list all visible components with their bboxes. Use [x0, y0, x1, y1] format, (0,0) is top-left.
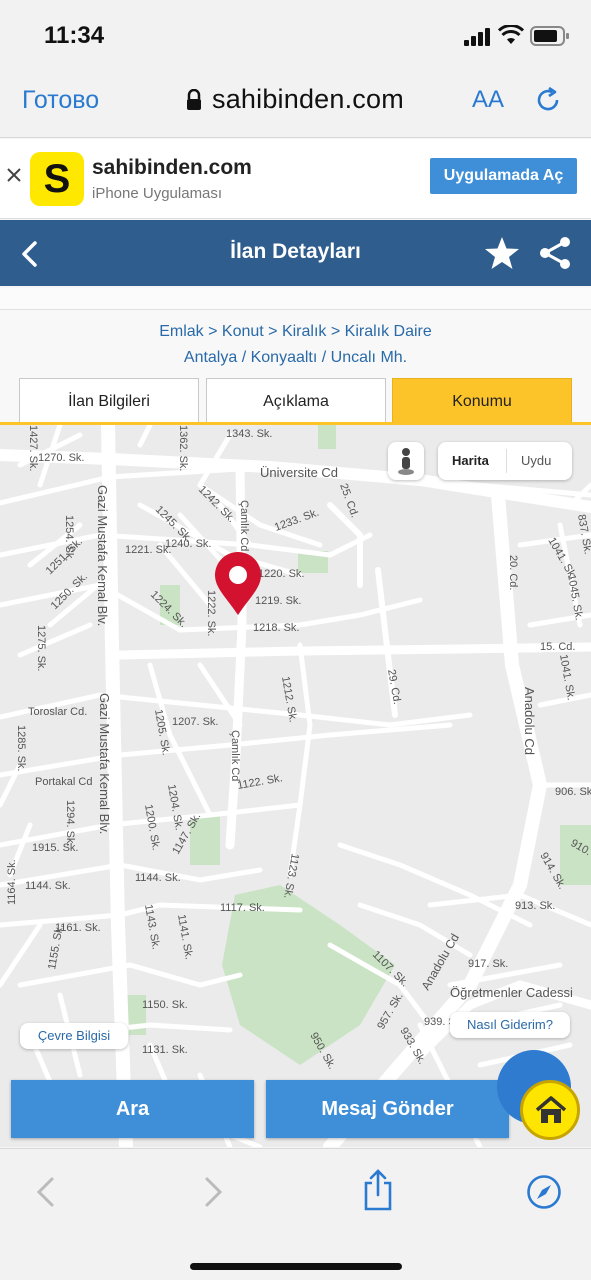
app-name: sahibinden.com — [92, 156, 252, 179]
map-type-uydu[interactable]: Uydu — [521, 453, 551, 468]
map-view[interactable]: Üniversite Cd 1343. Sk. 1270. Sk. 1233. … — [0, 425, 591, 1147]
svg-text:1343. Sk.: 1343. Sk. — [226, 428, 272, 440]
share-sheet-icon[interactable] — [361, 1169, 395, 1211]
pegman-icon — [398, 448, 414, 475]
browser-address-bar: Готово sahibinden.com AA — [0, 70, 591, 138]
svg-text:1123. Sk.: 1123. Sk. — [281, 852, 301, 899]
signal-icon — [464, 28, 490, 46]
svg-text:1141. Sk.: 1141. Sk. — [175, 913, 195, 960]
home-button[interactable] — [520, 1080, 580, 1140]
back-arrow-icon[interactable] — [33, 1175, 57, 1209]
svg-text:1144. Sk.: 1144. Sk. — [135, 872, 181, 884]
street-view-button[interactable] — [388, 442, 424, 480]
svg-text:1275. Sk.: 1275. Sk. — [35, 625, 47, 671]
reload-icon[interactable] — [536, 86, 562, 114]
svg-text:1155. Sk.: 1155. Sk. — [46, 923, 66, 970]
status-bar: 11:34 — [0, 0, 591, 70]
battery-icon — [530, 26, 569, 46]
svg-text:1164. Sk.: 1164. Sk. — [6, 859, 18, 905]
app-logo: S — [30, 152, 84, 206]
home-icon — [535, 1096, 567, 1123]
app-platform: iPhone Uygulaması — [92, 185, 223, 202]
svg-text:Çamlık Cd: Çamlık Cd — [229, 730, 241, 781]
svg-text:957. Sk.: 957. Sk. — [375, 991, 406, 1032]
svg-text:Çamlık Cd: Çamlık Cd — [238, 500, 250, 551]
call-button[interactable]: Ara — [11, 1080, 254, 1138]
wifi-icon — [498, 25, 524, 44]
done-button[interactable]: Готово — [22, 86, 99, 115]
svg-text:1270. Sk.: 1270. Sk. — [38, 452, 84, 464]
compass-icon[interactable] — [526, 1174, 562, 1210]
map-type-divider — [506, 449, 507, 473]
svg-text:1362. Sk.: 1362. Sk. — [177, 425, 189, 471]
svg-text:1222. Sk.: 1222. Sk. — [205, 590, 217, 636]
svg-text:1220. Sk.: 1220. Sk. — [258, 568, 304, 580]
send-message-button[interactable]: Mesaj Gönder — [266, 1080, 509, 1138]
svg-text:1122. Sk.: 1122. Sk. — [236, 772, 283, 792]
cut-off-banner-strip — [0, 288, 591, 310]
text-size-button[interactable]: AA — [472, 86, 504, 114]
directions-button[interactable]: Nasıl Giderim? — [450, 1012, 570, 1038]
browser-toolbar — [0, 1148, 591, 1280]
category-breadcrumb[interactable]: Emlak > Konut > Kiralık > Kiralık Daire — [0, 323, 591, 341]
svg-text:1150. Sk.: 1150. Sk. — [142, 999, 188, 1011]
header-bar: İlan Detayları — [0, 220, 591, 286]
svg-text:1045. Sk.: 1045. Sk. — [565, 573, 585, 621]
svg-text:1427. Sk.: 1427. Sk. — [27, 425, 39, 471]
map-label-ogretmenler: Öğretmenler Cadessi — [450, 985, 573, 1000]
text-size-label: AA — [472, 86, 505, 113]
svg-text:1219. Sk.: 1219. Sk. — [255, 595, 301, 607]
app-banner: S sahibinden.com iPhone Uygulaması Uygul… — [0, 139, 591, 219]
environment-info-button[interactable]: Çevre Bilgisi — [20, 1023, 128, 1049]
svg-text:1143. Sk.: 1143. Sk. — [142, 903, 162, 950]
open-in-app-button[interactable]: Uygulamada Aç — [430, 158, 577, 194]
map-type-harita[interactable]: Harita — [452, 453, 489, 468]
close-icon[interactable] — [6, 167, 22, 183]
url-text[interactable]: sahibinden.com — [212, 84, 404, 115]
svg-text:837. Sk.: 837. Sk. — [575, 513, 591, 555]
svg-text:1205. Sk.: 1205. Sk. — [152, 708, 172, 756]
svg-text:Gazi Mustafa Kemal Blv.: Gazi Mustafa Kemal Blv. — [95, 485, 110, 626]
svg-text:Gazi Mustafa Kemal Blv.: Gazi Mustafa Kemal Blv. — [97, 693, 112, 834]
forward-arrow-icon[interactable] — [202, 1175, 226, 1209]
svg-text:1144. Sk.: 1144. Sk. — [25, 880, 71, 892]
svg-text:1233. Sk.: 1233. Sk. — [273, 507, 321, 534]
svg-text:906. Sk.: 906. Sk. — [555, 786, 591, 798]
svg-text:1285. Sk.: 1285. Sk. — [15, 725, 27, 771]
location-breadcrumb[interactable]: Antalya / Konyaaltı / Uncalı Mh. — [0, 349, 591, 367]
svg-text:1218. Sk.: 1218. Sk. — [253, 622, 299, 634]
map-label-universite: Üniversite Cd — [260, 465, 338, 480]
home-indicator — [190, 1263, 402, 1270]
svg-text:20. Cd.: 20. Cd. — [507, 555, 519, 590]
svg-text:1254. Sk.: 1254. Sk. — [63, 515, 75, 561]
svg-text:913. Sk.: 913. Sk. — [515, 900, 555, 912]
tab-listing-info[interactable]: İlan Bilgileri — [19, 378, 199, 423]
favorite-star-icon[interactable] — [484, 236, 520, 270]
svg-text:Toroslar Cd.: Toroslar Cd. — [28, 706, 87, 718]
svg-text:1041. Sk.: 1041. Sk. — [557, 653, 577, 701]
svg-text:917. Sk.: 917. Sk. — [468, 958, 508, 970]
svg-text:1207. Sk.: 1207. Sk. — [172, 716, 218, 728]
tab-description[interactable]: Açıklama — [206, 378, 386, 423]
share-icon[interactable] — [538, 236, 572, 270]
svg-text:1131. Sk.: 1131. Sk. — [142, 1044, 188, 1056]
svg-text:Portakal Cd: Portakal Cd — [35, 776, 92, 788]
svg-text:29. Cd.: 29. Cd. — [385, 668, 403, 705]
svg-text:15. Cd.: 15. Cd. — [540, 641, 575, 653]
svg-text:Anadolu Cd: Anadolu Cd — [522, 687, 537, 755]
map-type-toggle: Harita Uydu — [438, 442, 572, 480]
svg-text:1117. Sk.: 1117. Sk. — [220, 902, 265, 914]
svg-text:1212. Sk.: 1212. Sk. — [279, 675, 299, 723]
lock-icon — [187, 89, 201, 110]
tab-location[interactable]: Konumu — [392, 378, 572, 423]
svg-text:1204. Sk.: 1204. Sk. — [165, 783, 185, 831]
svg-text:1294. Sk.: 1294. Sk. — [64, 800, 76, 846]
svg-text:1200. Sk.: 1200. Sk. — [142, 803, 162, 851]
status-time: 11:34 — [44, 22, 105, 49]
